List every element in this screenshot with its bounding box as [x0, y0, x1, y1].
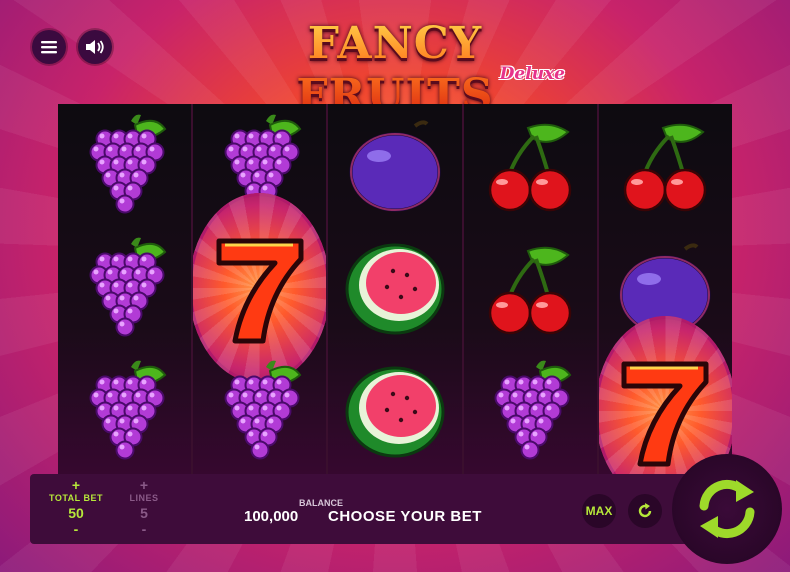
sound-button[interactable] [78, 30, 112, 64]
status-message: CHOOSE YOUR BET [328, 508, 482, 525]
total-bet-label: TOTAL BET [49, 493, 103, 503]
grapes-symbol [58, 350, 191, 473]
grapes-symbol [464, 350, 597, 473]
total-bet-plus-button[interactable]: + [46, 478, 106, 492]
balance-value: 100,000 [244, 508, 299, 525]
lines-plus-button[interactable]: + [114, 478, 174, 492]
total-bet-control: + TOTAL BET 50 - [46, 478, 106, 536]
lines-value: 5 [140, 505, 148, 521]
menu-button[interactable] [32, 30, 66, 64]
reel-4 [463, 104, 597, 474]
logo-subtitle: Deluxe [499, 64, 565, 84]
reels-area [58, 104, 733, 474]
autoplay-refresh-icon [638, 503, 652, 518]
cherries-symbol [464, 227, 597, 350]
cherries-symbol [599, 104, 732, 227]
lines-label: LINES [129, 493, 159, 503]
control-panel: + TOTAL BET 50 - + LINES 5 - BALANCE 100… [30, 474, 760, 544]
spin-arrows-icon [699, 479, 755, 539]
seven-symbol [193, 227, 326, 350]
total-bet-value: 50 [68, 505, 84, 521]
reel-3 [328, 104, 462, 474]
plum-symbol [328, 104, 461, 227]
lines-minus-button[interactable]: - [114, 522, 174, 536]
autoplay-button[interactable] [628, 494, 662, 528]
cherries-symbol [464, 104, 597, 227]
grapes-symbol [193, 350, 326, 473]
game-logo: FANCY FRUITS Deluxe [215, 18, 575, 121]
balance-label: BALANCE [299, 498, 343, 508]
speaker-volume-icon [86, 40, 104, 54]
total-bet-minus-button[interactable]: - [46, 522, 106, 536]
lines-control: + LINES 5 - [114, 478, 174, 536]
spin-button[interactable] [672, 454, 782, 564]
watermelon-symbol [328, 227, 461, 350]
hamburger-menu-icon [41, 41, 57, 54]
seven-symbol [599, 350, 732, 473]
reel-2 [193, 104, 327, 474]
grapes-symbol [58, 227, 191, 350]
reel-5 [598, 104, 733, 474]
max-bet-button[interactable]: MAX [582, 494, 616, 528]
reel-1 [58, 104, 192, 474]
watermelon-symbol [328, 350, 461, 473]
grapes-symbol [58, 104, 191, 227]
